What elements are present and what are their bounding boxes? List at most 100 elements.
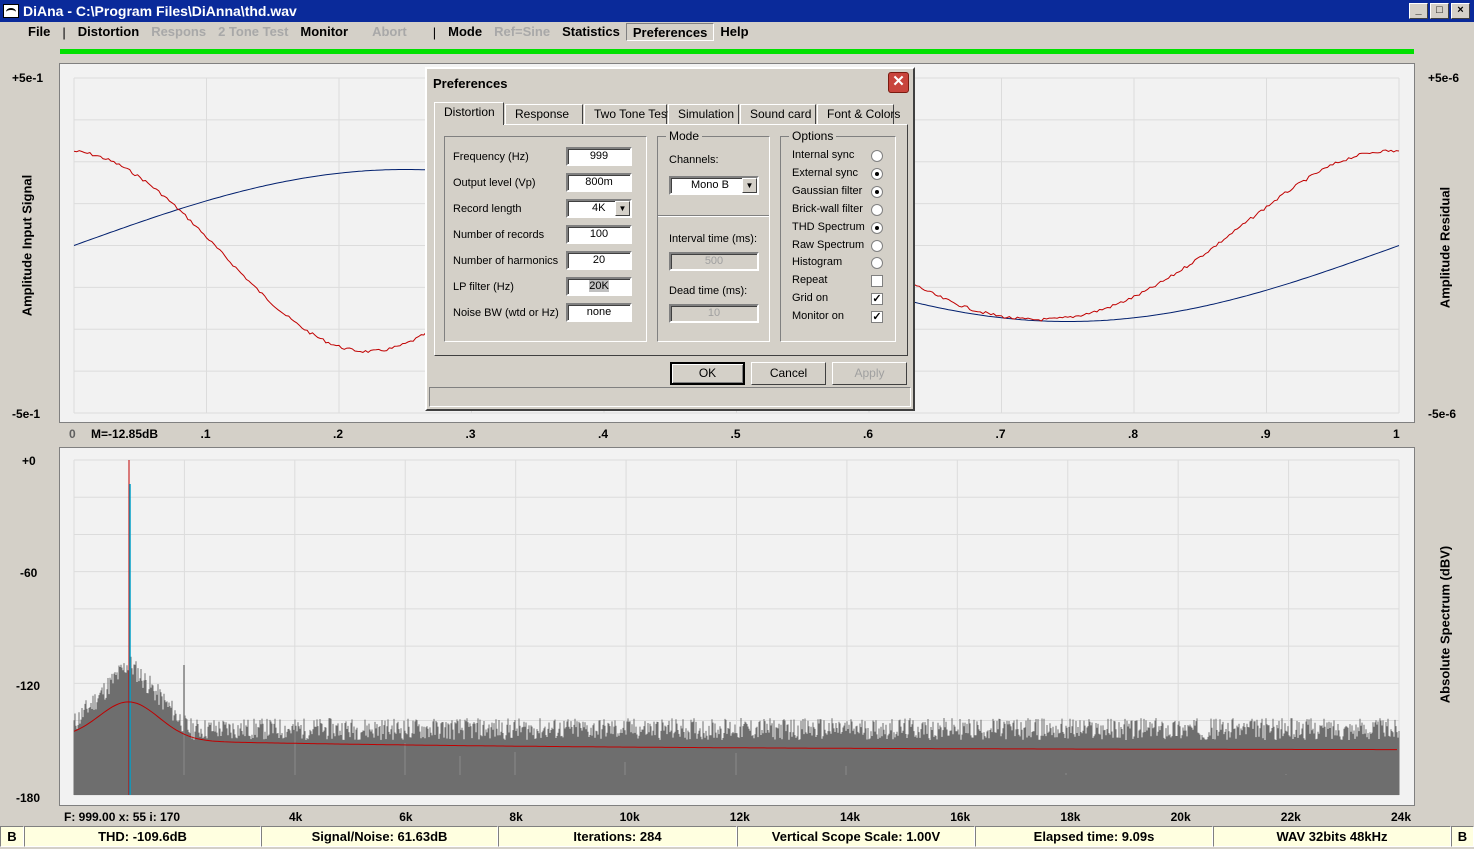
menu-mode[interactable]: Mode [442,23,488,41]
top-right-axis-label: Amplitude Residual [1437,186,1453,309]
x-tick-label: 1 [1393,427,1400,441]
cancel-button[interactable]: Cancel [751,362,826,385]
mode-group: Mode Channels: Mono B ▼ Interval time (m… [657,129,770,342]
tab-distortion[interactable]: Distortion [434,102,504,125]
option-label: Raw Spectrum [792,238,865,251]
menu-two-tone-test: 2 Tone Test [218,24,289,39]
tab-font-colors[interactable]: Font & Colors [817,104,900,124]
x-tick-label: 10k [619,810,640,824]
option-checkbox[interactable] [871,275,883,288]
num-records-field[interactable]: 100 [566,225,632,244]
marker-readout: M=-12.85dB [91,427,159,441]
menu-bar: File | Distortion Respons 2 Tone Test Mo… [0,22,1474,42]
channels-select[interactable]: Mono B ▼ [669,176,759,195]
output-level-field[interactable]: 800m [566,173,632,192]
x-tick-label: 6k [399,810,413,824]
preferences-dialog: Preferences ✕ Distortion Response Two To… [425,67,915,411]
record-length-value: 4K [592,202,606,214]
option-radio[interactable] [871,150,883,162]
dead-time-field: 10 [669,304,759,323]
option-checkbox[interactable]: ✓ [871,311,883,324]
channels-label: Channels: [669,154,719,166]
status-left-channel: B [0,826,24,847]
spectrum-svg [73,459,1400,796]
top-left-axis-label: Amplitude Input Signal [19,174,35,317]
menu-respons: Respons [151,24,207,39]
tab-response[interactable]: Response [505,104,583,124]
ok-button[interactable]: OK [670,362,745,385]
status-right-channel: B [1451,826,1474,847]
frequency-field[interactable]: 999 [566,147,632,166]
dead-time-label: Dead time (ms): [669,285,748,297]
chevron-down-icon[interactable]: ▼ [742,178,757,193]
option-label: Histogram [792,256,843,269]
x-tick-label: 4k [289,810,303,824]
interval-time-field: 500 [669,252,759,271]
chevron-down-icon[interactable]: ▼ [615,201,630,216]
app-icon[interactable] [3,4,19,18]
option-radio[interactable] [871,185,883,198]
option-label: External sync [792,166,859,179]
y-right-bottom-tick: -5e-6 [1428,407,1457,421]
option-label: Brick-wall filter [792,202,863,215]
option-radio[interactable] [871,257,883,270]
maximize-button[interactable]: □ [1430,3,1449,19]
num-records-label: Number of records [453,229,545,241]
lp-filter-value: 20K [589,280,609,292]
option-label: Grid on [792,292,829,305]
x-tick-label: 8k [509,810,523,824]
tab-simulation[interactable]: Simulation [668,104,739,124]
noise-bw-label: Noise BW (wtd or Hz) [453,307,559,319]
x-tick-label: 16k [950,810,971,824]
option-radio[interactable] [871,239,883,252]
status-elapsed: Elapsed time: 9.09s [975,826,1213,847]
status-bar: B THD: -109.6dB Signal/Noise: 61.63dB It… [0,826,1474,847]
y-tick-60: -60 [20,566,38,580]
menu-abort: Abort [372,24,407,39]
x-tick-label: 24k [1391,810,1412,824]
menu-help[interactable]: Help [714,23,754,41]
y-tick-0: +0 [22,454,36,468]
menu-statistics[interactable]: Statistics [556,23,626,41]
num-harmonics-field[interactable]: 20 [566,251,632,270]
x-tick-label: .1 [200,427,211,441]
bottom-right-axis-label: Absolute Spectrum (dBV) [1437,545,1453,704]
tab-two-tone-test[interactable]: Two Tone Test [584,104,670,124]
noise-bw-field[interactable]: none [566,303,632,322]
option-radio[interactable] [871,203,883,216]
y-tick-180: -180 [16,791,41,805]
lp-filter-field[interactable]: 20K [566,277,632,296]
y-tick-120: -120 [16,679,41,693]
distortion-tab-panel: Frequency (Hz) 999 Output level (Vp) 800… [434,124,908,356]
menu-file[interactable]: File [22,23,56,41]
option-radio[interactable] [871,167,883,180]
interval-time-label: Interval time (ms): [669,233,758,245]
option-radio[interactable] [871,221,883,234]
menu-preferences[interactable]: Preferences [625,23,715,41]
x-tick-label: 20k [1170,810,1191,824]
x-tick-label: .2 [333,427,344,441]
num-harmonics-label: Number of harmonics [453,255,559,267]
status-thd: THD: -109.6dB [24,826,261,847]
tab-sound-card[interactable]: Sound card [740,104,816,124]
x-tick-label: .8 [1128,427,1139,441]
option-label: THD Spectrum [792,220,865,233]
record-length-select[interactable]: 4K ▼ [566,199,632,218]
frequency-label: Frequency (Hz) [453,151,529,163]
x-tick-label: 14k [840,810,861,824]
title-bar: DiAna - C:\Program Files\DiAnna\thd.wav … [0,0,1474,22]
dialog-title-bar[interactable]: Preferences ✕ [429,71,911,95]
options-group: Options Internal sync External sync Gaussi… [780,129,896,342]
menu-monitor[interactable]: Monitor [294,23,354,41]
dialog-close-icon[interactable]: ✕ [888,72,909,93]
apply-button: Apply [832,362,907,385]
x-tick-label: .7 [995,427,1006,441]
option-checkbox[interactable]: ✓ [871,293,883,306]
close-button[interactable]: × [1451,3,1470,19]
menu-distortion[interactable]: Distortion [72,23,145,41]
spectrum-plot[interactable] [59,447,1415,806]
mode-divider [658,215,769,217]
progress-bar [60,49,1414,54]
window-title: DiAna - C:\Program Files\DiAnna\thd.wav [23,3,297,19]
minimize-button[interactable]: _ [1409,3,1428,19]
